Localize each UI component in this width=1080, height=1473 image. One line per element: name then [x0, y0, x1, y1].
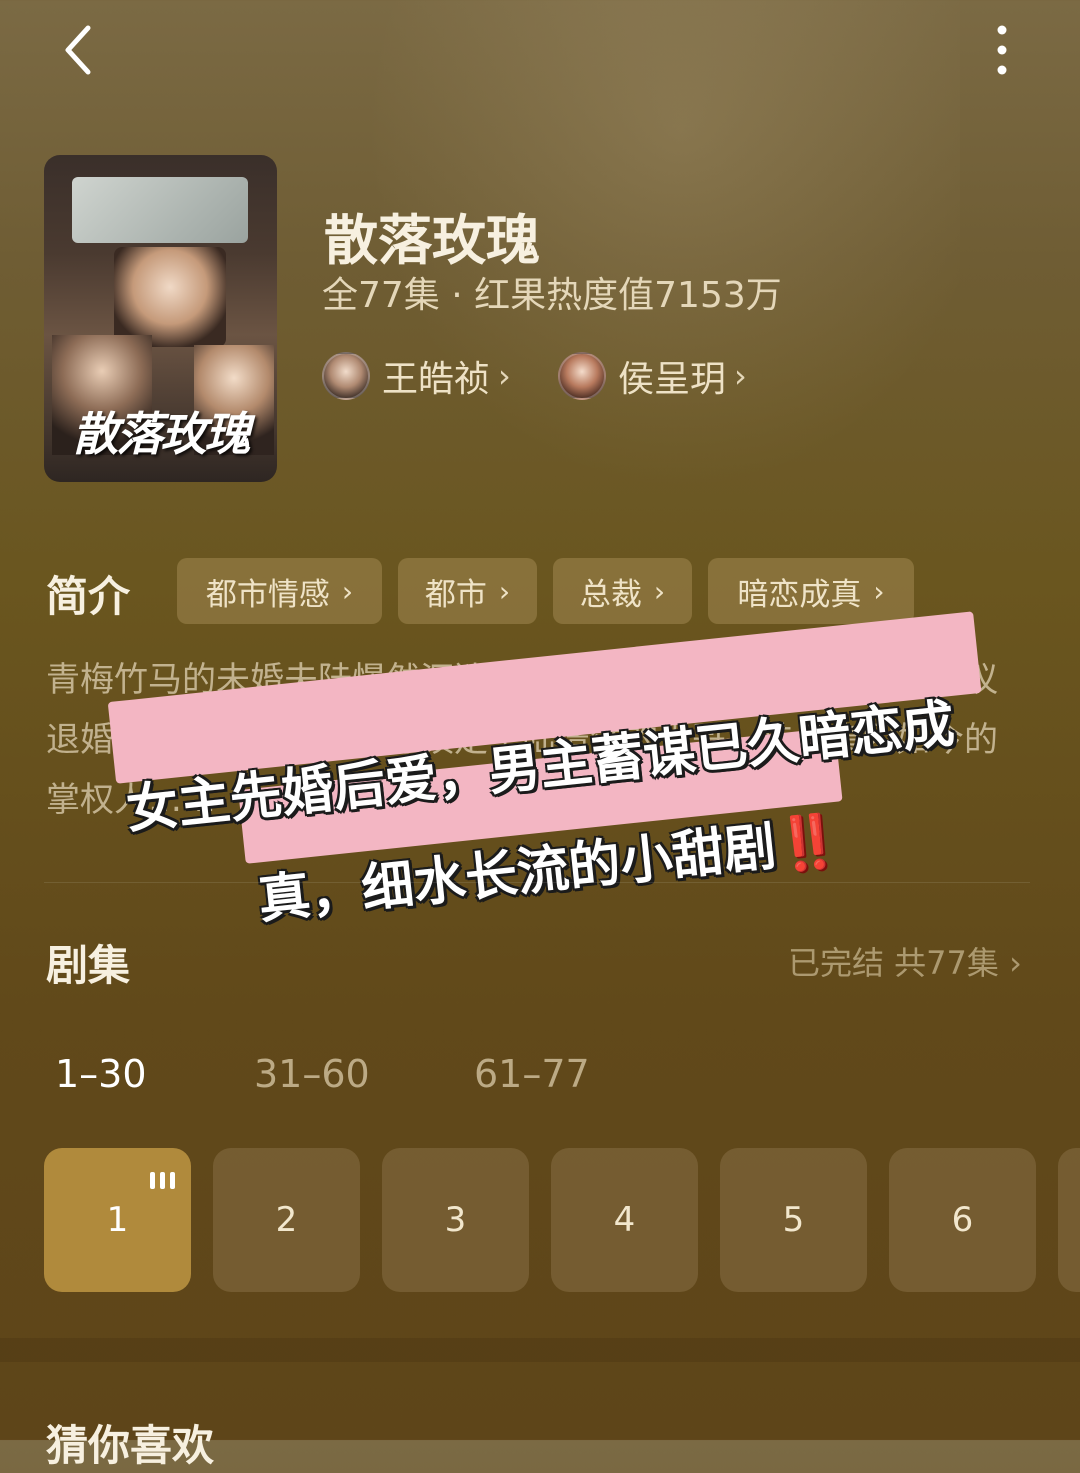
episode-button-2[interactable]: 2 — [213, 1148, 360, 1292]
tag-label: 总裁 — [579, 576, 642, 613]
back-button[interactable] — [52, 20, 112, 80]
episode-button-5[interactable]: 5 — [720, 1148, 867, 1292]
range-tab-1-30[interactable]: 1–30 — [55, 1052, 147, 1096]
range-tab-61-77[interactable]: 61–77 — [474, 1052, 590, 1096]
tag-ceo[interactable]: 总裁 › — [553, 558, 692, 624]
cast-member-1[interactable]: 王皓祯 › — [322, 348, 511, 404]
episode-button-6[interactable]: 6 — [889, 1148, 1036, 1292]
chevron-left-icon — [65, 25, 91, 75]
drama-poster[interactable]: 散落玫瑰 — [44, 155, 277, 482]
section-divider — [44, 882, 1030, 883]
chevron-right-icon: › — [873, 574, 885, 608]
episode-number: 2 — [275, 1200, 298, 1240]
poster-panel — [72, 177, 248, 243]
episode-number: 1 — [106, 1200, 129, 1240]
episode-number: 5 — [782, 1200, 805, 1240]
section-separator — [0, 1338, 1080, 1362]
more-options-button[interactable] — [978, 20, 1026, 80]
tag-label: 暗恋成真 — [737, 576, 862, 613]
sticker-line-2-text: 真，细水长流的小甜剧 — [255, 816, 779, 931]
poster-panel — [114, 247, 226, 347]
episode-button-partial[interactable] — [1058, 1148, 1080, 1292]
range-tab-31-60[interactable]: 31–60 — [254, 1052, 370, 1096]
avatar-icon — [558, 352, 606, 400]
drama-meta: 全77集 · 红果热度值7153万 — [322, 275, 782, 316]
drama-title: 散落玫瑰 — [324, 209, 540, 272]
cast-name: 王皓祯 — [382, 359, 491, 400]
episode-button-1[interactable]: 1 — [44, 1148, 191, 1292]
episode-button-3[interactable]: 3 — [382, 1148, 529, 1292]
recommend-heading: 猜你喜欢 — [46, 1421, 215, 1470]
chevron-right-icon: › — [498, 357, 511, 395]
intro-heading: 简介 — [46, 572, 131, 621]
synopsis-text[interactable]: 青梅竹马的未婚夫陆憬然沉迷于拯救灰姑娘的游戏，沈今懿决议退婚另择人选，竟把目标锁… — [46, 650, 1021, 830]
chevron-right-icon: › — [1009, 944, 1022, 982]
cast-name: 侯呈玥 — [618, 359, 727, 400]
tag-secret-love[interactable]: 暗恋成真 › — [708, 558, 914, 624]
chevron-right-icon: › — [341, 574, 354, 608]
tag-urban[interactable]: 都市 › — [398, 558, 537, 624]
tag-label: 都市情感 — [205, 576, 330, 613]
tag-urban-romance[interactable]: 都市情感 › — [177, 558, 382, 624]
chevron-right-icon: › — [734, 357, 747, 395]
episode-number: 4 — [613, 1200, 636, 1240]
episodes-status-text: 已完结 共77集 — [788, 944, 999, 982]
avatar-icon — [322, 352, 370, 400]
chevron-right-icon: › — [498, 574, 511, 608]
playing-icon — [150, 1172, 175, 1189]
chevron-right-icon: › — [653, 574, 666, 608]
episode-number: 6 — [951, 1200, 974, 1240]
episode-button-4[interactable]: 4 — [551, 1148, 698, 1292]
cast-member-2[interactable]: 侯呈玥 › — [558, 348, 747, 404]
poster-title-art: 散落玫瑰 — [72, 407, 251, 461]
more-vertical-icon — [997, 25, 1007, 75]
tag-label: 都市 — [424, 576, 487, 613]
episodes-heading: 剧集 — [46, 941, 131, 990]
episodes-status-link[interactable]: 已完结 共77集 › — [788, 938, 1022, 984]
episode-number: 3 — [444, 1200, 467, 1240]
